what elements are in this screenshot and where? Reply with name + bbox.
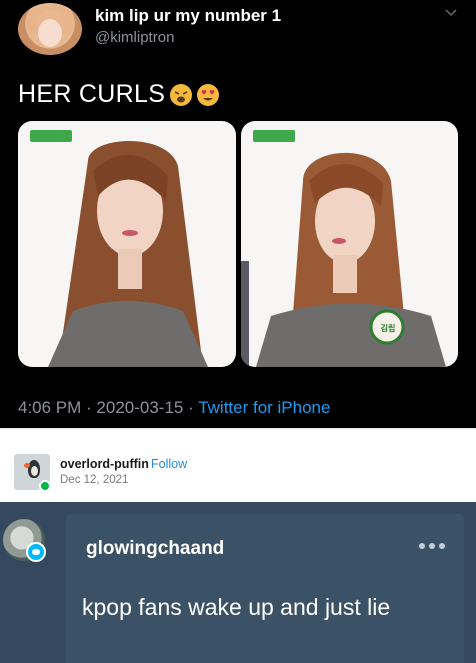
tumblr-post-header: overlord-puffin Follow Dec 12, 2021 (0, 428, 476, 502)
show-logo (30, 130, 72, 142)
chevron-down-icon[interactable] (444, 6, 458, 20)
name-badge-text: 김립 (380, 324, 396, 333)
weary-face-emoji (170, 83, 193, 106)
tweet-photo-left[interactable] (18, 121, 236, 367)
follow-button[interactable]: Follow (151, 457, 187, 471)
tweet-text-row: HER CURLS (18, 80, 220, 109)
tweet-client-link[interactable]: Twitter for iPhone (198, 398, 330, 417)
show-logo (253, 130, 295, 142)
reblog-text: kpop fans wake up and just lie (82, 594, 391, 620)
tweet-author-avatar[interactable] (18, 3, 82, 55)
reblog-section: glowingchaand kpop fans wake up and just… (0, 502, 476, 663)
puffin-beak (24, 463, 30, 468)
tweet-handle[interactable]: @kimliptron (95, 29, 174, 46)
photo-left-illustration (48, 141, 208, 367)
tweet-timestamp[interactable]: 4:06 PM · 2020-03-15 · (18, 398, 198, 417)
tweet-card: kim lip ur my number 1 @kimliptron HER C… (0, 0, 476, 428)
post-date: Dec 12, 2021 (60, 474, 129, 486)
avatar-face (38, 19, 62, 47)
tweet-meta: 4:06 PM · 2020-03-15 · Twitter for iPhon… (18, 398, 330, 418)
follow-badge-icon[interactable] (26, 542, 46, 562)
tweet-photo-right[interactable]: 김립 (241, 121, 458, 367)
tweet-text: HER CURLS (18, 80, 166, 108)
heart-eyes-emoji (197, 83, 220, 106)
tweet-display-name[interactable]: kim lip ur my number 1 (95, 6, 281, 26)
puffin-belly (31, 466, 38, 476)
more-options-icon[interactable] (418, 542, 446, 550)
tumblr-username[interactable]: overlord-puffin (60, 457, 149, 471)
photo-right-illustration (241, 152, 446, 367)
online-status-icon (39, 480, 51, 492)
reblogger-username[interactable]: glowingchaand (86, 538, 224, 560)
